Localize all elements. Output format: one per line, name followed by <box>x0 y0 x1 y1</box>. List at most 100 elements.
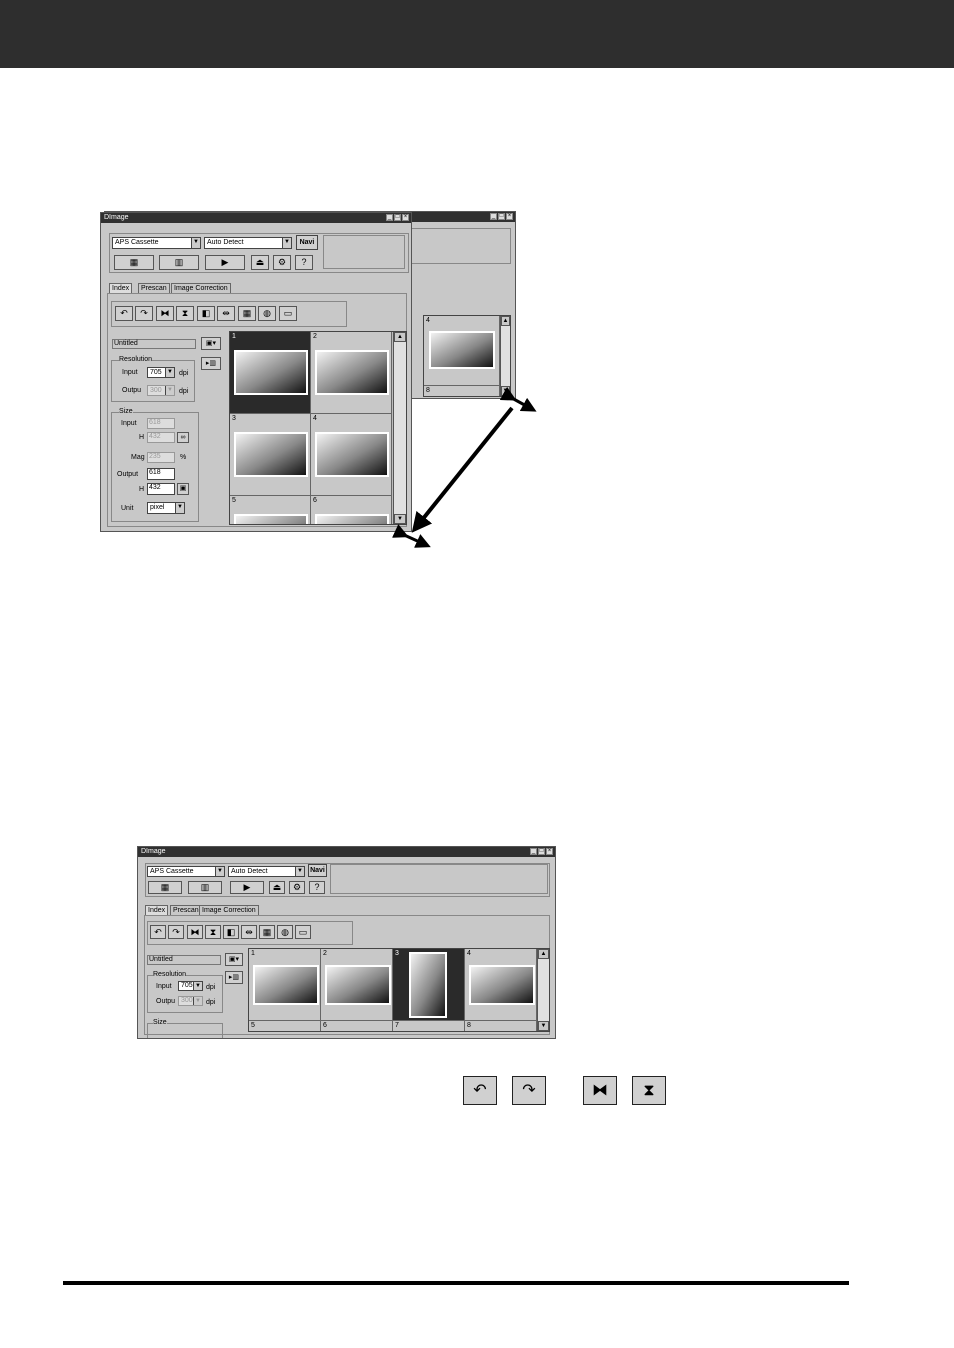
maximize-icon[interactable]: □ <box>498 213 505 220</box>
select-all-icon[interactable]: ⇹ <box>217 306 235 321</box>
auto-scan-icon[interactable]: ◍ <box>277 925 293 939</box>
rotate-left-icon[interactable]: ↶ <box>115 306 133 321</box>
size-output-height[interactable]: 432 <box>147 483 175 495</box>
auto-scan-icon[interactable]: ◍ <box>258 306 276 321</box>
index-scan-icon[interactable]: ▦ <box>148 881 182 894</box>
mode-select[interactable]: Auto Detect ▼ <box>204 237 292 249</box>
index-sheet-icon[interactable]: ▦ <box>238 306 256 321</box>
eject-icon[interactable]: ⏏ <box>269 881 285 894</box>
size-input-width: 618 <box>147 418 175 429</box>
chevron-down-icon[interactable]: ▼ <box>165 368 174 377</box>
minimize-icon[interactable]: _ <box>490 213 497 220</box>
rotate-left-icon[interactable]: ↶ <box>150 925 166 939</box>
unit-select[interactable]: pixel ▼ <box>147 502 185 514</box>
navi-button[interactable]: Navi <box>308 864 327 877</box>
frame-thumbnail <box>253 965 319 1005</box>
maximize-icon[interactable]: □ <box>538 848 545 855</box>
tab-prescan[interactable]: Prescan <box>138 283 170 293</box>
flip-vertical-icon[interactable]: ⧗ <box>176 306 194 321</box>
frame-cell[interactable]: 4 <box>424 316 500 386</box>
maximize-icon[interactable]: □ <box>394 214 401 221</box>
resolution-label: Resolution <box>119 356 153 363</box>
frame-size-icon[interactable]: ◧ <box>223 925 239 939</box>
flip-horizontal-icon[interactable]: ⧓ <box>187 925 203 939</box>
mag-label: Mag <box>131 454 145 461</box>
scroll-up-icon[interactable]: ▲ <box>538 949 549 959</box>
frame-cell[interactable]: 4 <box>465 949 537 1021</box>
help-icon[interactable]: ? <box>309 881 325 894</box>
size-output-width[interactable]: 618 <box>147 468 175 480</box>
frame-cell[interactable]: 7 <box>393 1021 465 1031</box>
frame-cell[interactable]: 5 <box>249 1021 321 1031</box>
flip-horizontal-icon[interactable]: ⧓ <box>156 306 174 321</box>
frame-cell-selected[interactable]: 1 <box>230 332 311 414</box>
rotate-right-icon[interactable]: ↷ <box>168 925 184 939</box>
scroll-down-icon[interactable]: ▼ <box>538 1021 549 1031</box>
index-scan-icon[interactable]: ▦ <box>114 255 154 270</box>
job-name-field[interactable]: Untitled <box>147 955 221 965</box>
chevron-down-icon[interactable]: ▼ <box>295 867 304 876</box>
info-panel <box>411 228 511 264</box>
frame-cell[interactable]: 8 <box>465 1021 537 1031</box>
rotate-right-icon[interactable]: ↷ <box>135 306 153 321</box>
chevron-down-icon[interactable]: ▼ <box>282 238 291 248</box>
size-label: Size <box>119 408 133 415</box>
load-setting-icon[interactable]: ▸▥ <box>201 357 221 370</box>
scroll-up-icon[interactable]: ▲ <box>394 332 406 342</box>
job-select-icon[interactable]: ▣▾ <box>225 953 243 966</box>
frame-cell[interactable]: 3 <box>230 414 311 496</box>
tab-prescan[interactable]: Prescan <box>170 905 202 915</box>
navi-button[interactable]: Navi <box>296 235 318 250</box>
dpi-unit: dpi <box>179 370 189 377</box>
close-icon[interactable]: × <box>546 848 553 855</box>
help-icon[interactable]: ? <box>295 255 313 270</box>
minimize-icon[interactable]: _ <box>530 848 537 855</box>
vertical-scrollbar[interactable]: ▲ ▼ <box>537 949 549 1031</box>
settings-icon[interactable]: ⚙ <box>289 881 305 894</box>
chevron-down-icon[interactable]: ▼ <box>191 238 200 248</box>
tab-index[interactable]: Index <box>109 283 133 293</box>
chevron-down-icon[interactable]: ▼ <box>175 503 184 513</box>
frame-number: 4 <box>426 317 430 324</box>
frame-thumbnail <box>315 514 389 524</box>
frame-cell[interactable]: 1 <box>249 949 321 1021</box>
frame-cell[interactable]: 6 <box>321 1021 393 1031</box>
job-select-icon[interactable]: ▣▾ <box>201 337 221 350</box>
settings-icon[interactable]: ⚙ <box>273 255 291 270</box>
link-icon[interactable]: ∞ <box>177 432 189 443</box>
film-type-select[interactable]: APS Cassette ▼ <box>112 237 201 249</box>
chevron-down-icon[interactable]: ▼ <box>215 867 224 876</box>
input-dpi-select[interactable]: 705 ▼ <box>178 981 203 991</box>
scroll-up-icon[interactable]: ▲ <box>501 316 510 326</box>
flip-vertical-icon[interactable]: ⧗ <box>205 925 221 939</box>
index-sheet-icon[interactable]: ▦ <box>259 925 275 939</box>
select-all-icon[interactable]: ⇹ <box>241 925 257 939</box>
chevron-down-icon[interactable]: ▼ <box>193 982 202 990</box>
prescan-icon[interactable]: ▥ <box>188 881 222 894</box>
frame-size-icon[interactable]: ◧ <box>197 306 215 321</box>
tab-image-correction[interactable]: Image Correction <box>199 905 259 915</box>
job-name-field[interactable]: Untitled <box>112 339 196 349</box>
scan-icon[interactable]: ▶ <box>205 255 245 270</box>
frame-cell[interactable]: 2 <box>321 949 393 1021</box>
scan-icon[interactable]: ▶ <box>230 881 264 894</box>
dpi-unit: dpi <box>206 999 216 1006</box>
input-dpi-select[interactable]: 705 ▼ <box>147 367 175 378</box>
mode-select[interactable]: Auto Detect ▼ <box>228 866 305 877</box>
lock-icon[interactable]: ▣ <box>177 483 189 495</box>
frame-cell[interactable]: 5 <box>230 496 311 524</box>
close-icon[interactable]: × <box>506 213 513 220</box>
resize-corner-arrow-top <box>499 386 537 412</box>
tab-image-correction[interactable]: Image Correction <box>171 283 231 293</box>
flip-horizontal-icon: ⧓ <box>583 1076 617 1105</box>
folder-icon[interactable]: ▭ <box>279 306 297 321</box>
minimize-icon[interactable]: _ <box>386 214 393 221</box>
load-setting-icon[interactable]: ▸▥ <box>225 971 243 984</box>
prescan-icon[interactable]: ▥ <box>159 255 199 270</box>
tab-index[interactable]: Index <box>145 905 169 915</box>
frame-cell-selected[interactable]: 3 <box>393 949 465 1021</box>
folder-icon[interactable]: ▭ <box>295 925 311 939</box>
close-icon[interactable]: × <box>402 214 409 221</box>
film-type-select[interactable]: APS Cassette ▼ <box>147 866 225 877</box>
eject-icon[interactable]: ⏏ <box>251 255 269 270</box>
